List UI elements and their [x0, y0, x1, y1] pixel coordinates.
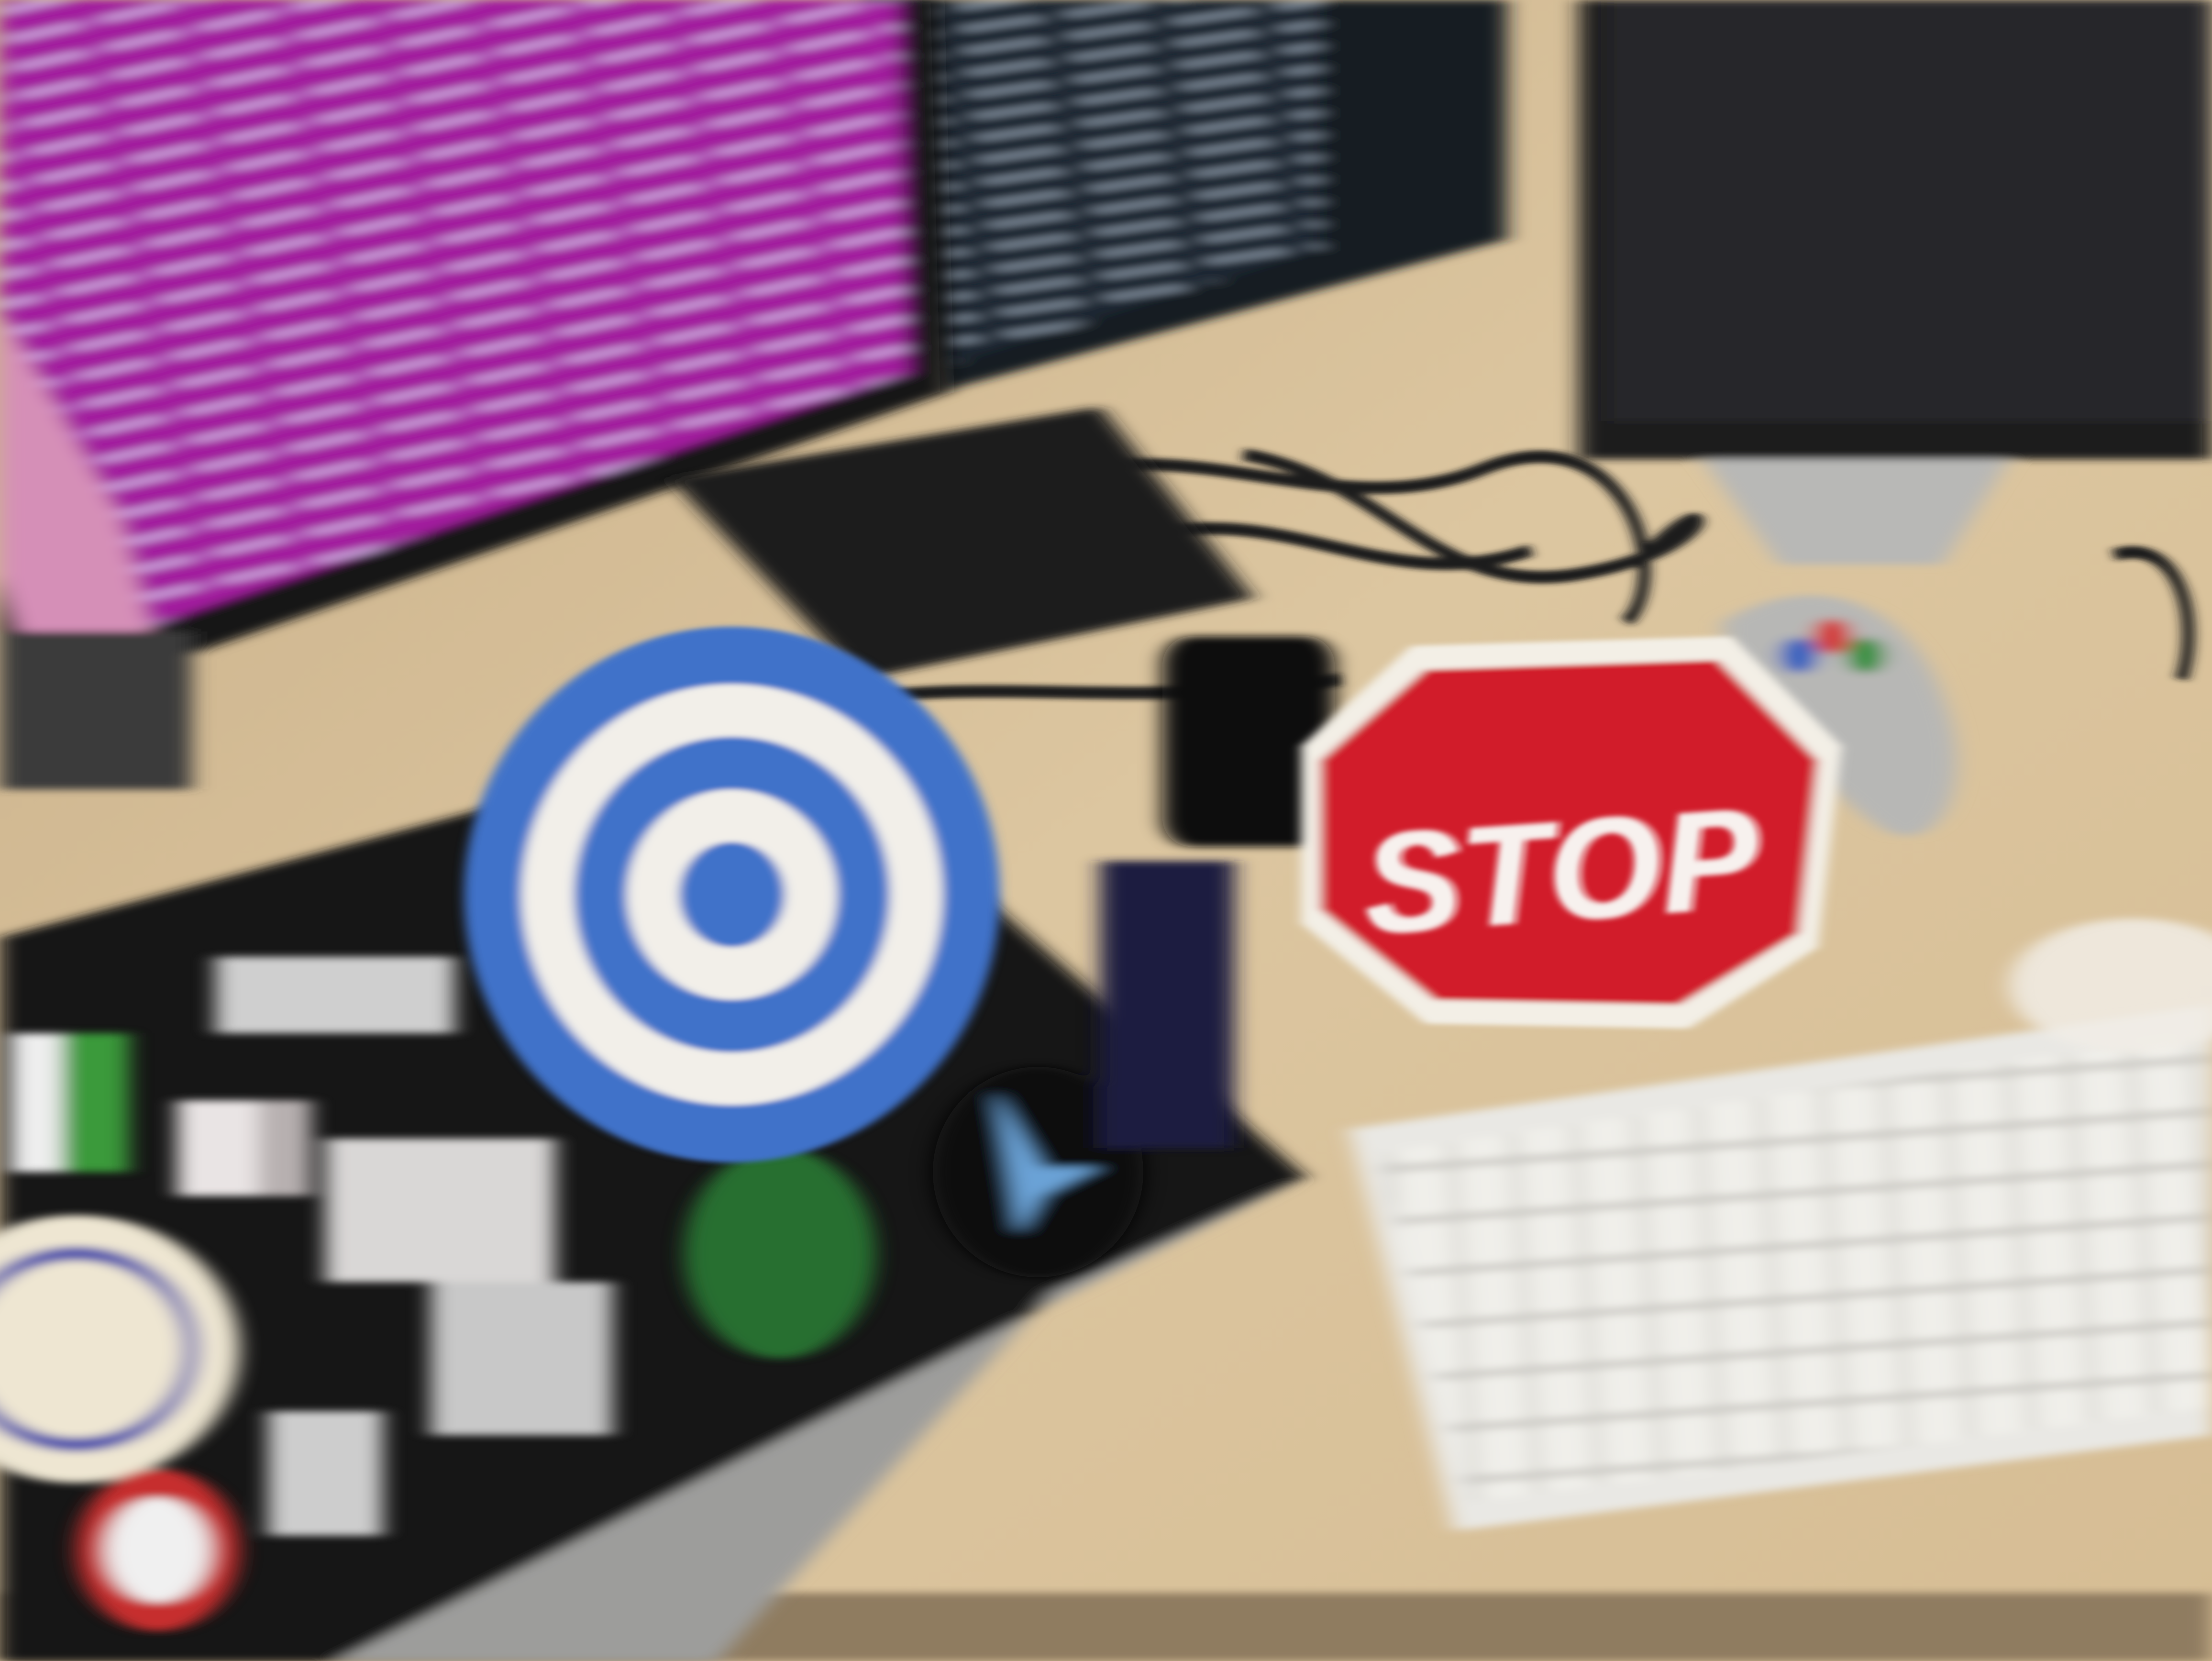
target-sticker [464, 627, 1000, 1163]
desk-photo: STOP [0, 0, 2212, 1661]
stop-sign-text: STOP [1359, 776, 1765, 965]
photo-canvas [0, 0, 2212, 1661]
